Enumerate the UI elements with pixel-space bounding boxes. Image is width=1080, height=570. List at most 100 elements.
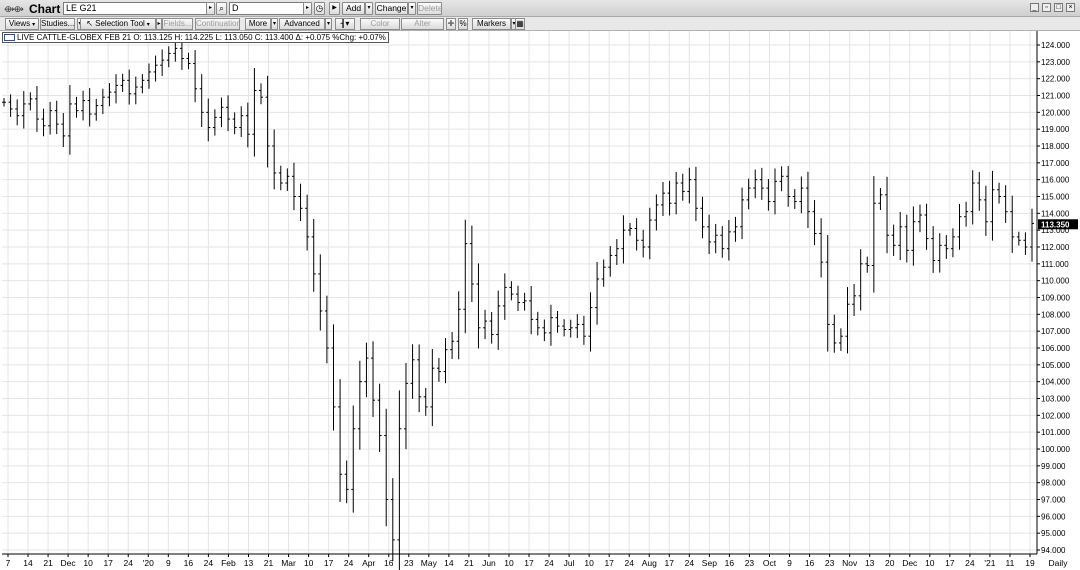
x-tick-label: 10 (304, 558, 314, 568)
x-tick-label: 17 (945, 558, 955, 568)
bar-type-icon[interactable]: ┨▾ (335, 18, 355, 30)
change-dropdown-icon[interactable]: ▾ (408, 2, 416, 15)
x-tick-label: 24 (204, 558, 214, 568)
y-tick-label: 108.000 (1041, 310, 1070, 319)
grid-icon[interactable]: ▦ (515, 18, 525, 30)
x-tick-label: Jul (564, 558, 575, 568)
symbol-dropdown-icon[interactable]: ▸ (206, 2, 215, 15)
x-tick-label: 21 (43, 558, 53, 568)
color-button[interactable]: Color (360, 18, 400, 30)
x-tick-label: 17 (524, 558, 534, 568)
continuation-button[interactable]: Continuation (195, 18, 240, 30)
x-tick-label: 23 (825, 558, 835, 568)
y-tick-label: 97.000 (1041, 496, 1066, 505)
delete-button[interactable]: Delete (417, 2, 443, 15)
x-tick-label: 24 (544, 558, 554, 568)
y-tick-label: 123.000 (1041, 58, 1070, 67)
x-tick-label: 23 (745, 558, 755, 568)
x-tick-label: 20 (885, 558, 895, 568)
x-tick-label: 24 (624, 558, 634, 568)
quote-info-text: LIVE CATTLE-GLOBEX FEB 21 O: 113.125 H: … (17, 33, 386, 42)
more-button[interactable]: More (245, 18, 271, 30)
advanced-arrow-icon[interactable]: ▾ (325, 18, 332, 30)
x-tick-label: 16 (805, 558, 815, 568)
window-title: Chart (29, 2, 61, 16)
x-tick-label: 16 (384, 558, 394, 568)
clock-icon[interactable]: ◷ (314, 2, 325, 15)
close-icon[interactable]: × (1066, 3, 1075, 12)
selection-tool-menu[interactable]: ↖ Selection Tool ▾ (80, 18, 156, 30)
y-tick-label: 121.000 (1041, 92, 1070, 101)
x-tick-label: 19 (1025, 558, 1035, 568)
add-button[interactable]: Add (342, 2, 365, 15)
y-tick-label: 102.000 (1041, 411, 1070, 420)
x-tick-label: Oct (763, 558, 777, 568)
line-chart-icon (4, 34, 15, 41)
views-arrow-icon: ▾ (32, 22, 36, 28)
quote-info-bar: LIVE CATTLE-GLOBEX FEB 21 O: 113.125 H: … (2, 32, 389, 43)
views-menu[interactable]: Views ▾ (5, 18, 39, 30)
fields-button[interactable]: Fields... (162, 18, 193, 30)
y-tick-label: 96.000 (1041, 512, 1066, 521)
x-tick-label: 24 (344, 558, 354, 568)
percent-button[interactable]: % (458, 18, 468, 30)
x-tick-label: Mar (281, 558, 296, 568)
more-arrow-icon[interactable]: ▾ (271, 18, 278, 30)
x-tick-label: 21 (464, 558, 474, 568)
interval-dropdown-icon[interactable]: ▸ (303, 2, 312, 15)
y-tick-label: 118.000 (1041, 142, 1070, 151)
x-tick-label: 21 (264, 558, 274, 568)
x-tick-label: 14 (23, 558, 33, 568)
x-tick-label: 16 (184, 558, 194, 568)
x-tick-label: Sep (702, 558, 717, 568)
x-tick-label: 10 (925, 558, 935, 568)
maximize-icon[interactable]: □ (1054, 3, 1063, 12)
crosshair-icon[interactable]: ✛ (446, 18, 456, 30)
x-tick-label: 13 (244, 558, 254, 568)
y-tick-label: 120.000 (1041, 108, 1070, 117)
x-tick-label: Nov (842, 558, 858, 568)
chart-app-icon: ⟴⟴ (4, 4, 24, 14)
y-tick-label: 119.000 (1041, 125, 1070, 134)
alter-button[interactable]: Alter (401, 18, 444, 30)
y-tick-label: 100.000 (1041, 445, 1070, 454)
x-tick-label: 17 (103, 558, 113, 568)
symbol-input[interactable]: LE G21 (63, 2, 213, 15)
y-tick-label: 103.000 (1041, 395, 1070, 404)
x-tick-label: 10 (504, 558, 514, 568)
y-tick-label: 124.000 (1041, 41, 1070, 50)
x-tick-label: 10 (584, 558, 594, 568)
y-tick-label: 105.000 (1041, 361, 1070, 370)
x-tick-label: 17 (324, 558, 334, 568)
x-tick-label: 10 (83, 558, 93, 568)
search-icon[interactable]: ⌕ (216, 2, 227, 15)
x-tick-label: 17 (665, 558, 675, 568)
add-dropdown-icon[interactable]: ▾ (365, 2, 373, 15)
x-tick-label: 23 (404, 558, 414, 568)
selection-tool-arrow-icon: ▾ (146, 22, 150, 28)
y-tick-label: 117.000 (1041, 159, 1070, 168)
x-tick-label: 17 (604, 558, 614, 568)
y-tick-label: 95.000 (1041, 529, 1066, 538)
y-tick-label: 109.000 (1041, 294, 1070, 303)
restore-icon[interactable]: ▫ (1042, 3, 1051, 12)
x-tick-label: '21 (984, 558, 995, 568)
advanced-button[interactable]: Advanced (279, 18, 325, 30)
price-chart[interactable]: 94.000 95.000 96.000 97.000 98.000 99.000 100.… (0, 31, 1080, 570)
change-button[interactable]: Change (375, 2, 408, 15)
x-tick-label: 24 (685, 558, 695, 568)
selection-tool-label: Selection Tool (95, 19, 145, 28)
play-icon[interactable]: ▶ (329, 2, 340, 15)
studies-button[interactable]: Studies... (40, 18, 75, 30)
markers-button[interactable]: Markers (472, 18, 511, 30)
y-tick-label: 107.000 (1041, 327, 1070, 336)
plot-area (2, 31, 1037, 554)
y-tick-label: 110.000 (1041, 277, 1070, 286)
chart-toolbar: Views▾ Studies... ▾ ↖ Selection Tool▾ ▸ … (0, 17, 1080, 31)
views-label: Views (8, 19, 31, 28)
y-tick-label: 116.000 (1041, 176, 1070, 185)
x-tick-label: May (421, 558, 438, 568)
x-tick-label: Dec (61, 558, 77, 568)
interval-input[interactable]: D (229, 2, 309, 15)
minimize-icon[interactable]: _ (1030, 3, 1039, 12)
